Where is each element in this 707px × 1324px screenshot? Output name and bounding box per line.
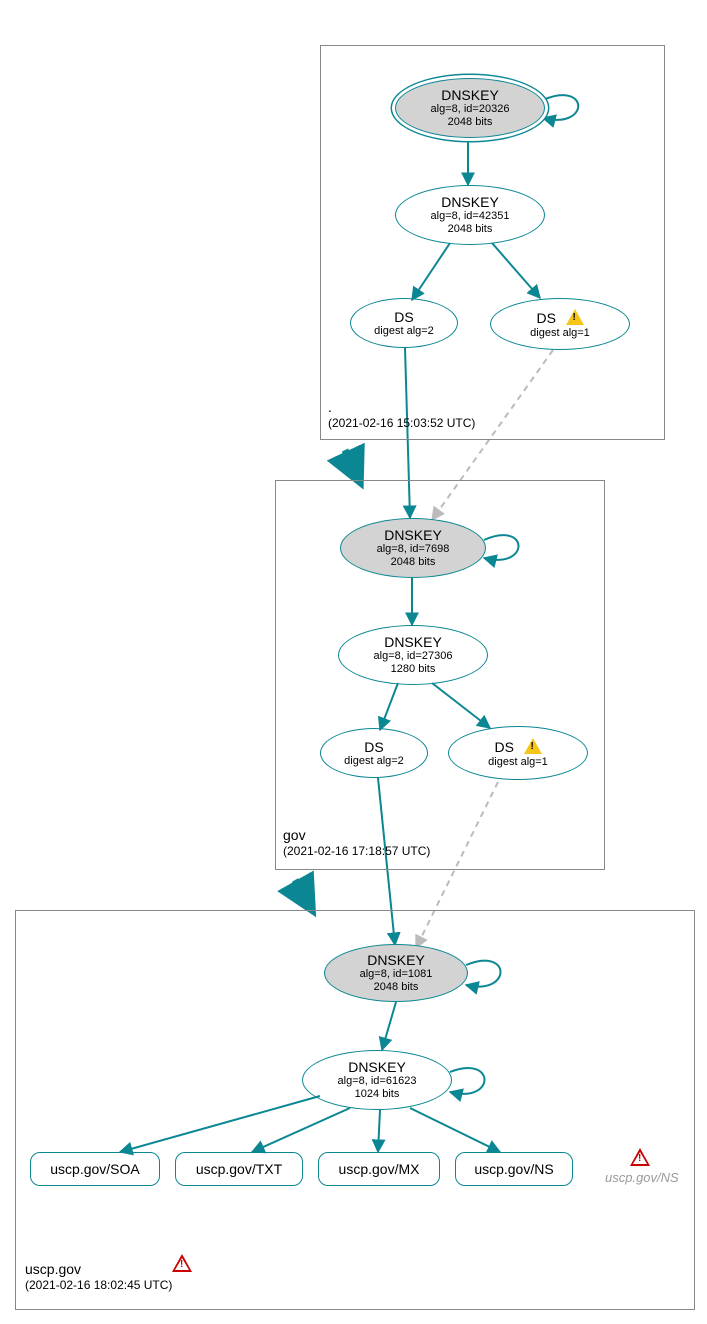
label: digest alg=1 — [488, 756, 548, 769]
node-uscp-ksk: DNSKEY alg=8, id=1081 2048 bits — [324, 944, 468, 1002]
node-gov-zsk: DNSKEY alg=8, id=27306 1280 bits — [338, 625, 488, 685]
label: alg=8, id=61623 — [338, 1075, 417, 1088]
warning-icon — [566, 309, 584, 325]
error-icon — [630, 1148, 650, 1166]
label: DS — [536, 310, 555, 326]
zone-uscp-title: uscp.gov — [25, 1260, 172, 1278]
label: alg=8, id=1081 — [360, 968, 433, 981]
label: DS — [394, 309, 413, 325]
label: DS — [364, 739, 383, 755]
label: DNSKEY — [384, 634, 442, 650]
rrset-mx: uscp.gov/MX — [318, 1152, 440, 1186]
rrset-ns: uscp.gov/NS — [455, 1152, 573, 1186]
node-root-ds2: DS digest alg=2 — [350, 298, 458, 348]
label: alg=8, id=42351 — [431, 210, 510, 223]
label: DNSKEY — [384, 527, 442, 543]
zone-root-ts: (2021-02-16 15:03:52 UTC) — [328, 416, 475, 432]
zone-gov-ts: (2021-02-16 17:18:57 UTC) — [283, 844, 430, 860]
zone-root-label: . (2021-02-16 15:03:52 UTC) — [328, 398, 475, 432]
rrset-txt: uscp.gov/TXT — [175, 1152, 303, 1186]
node-root-zsk: DNSKEY alg=8, id=42351 2048 bits — [395, 185, 545, 245]
zone-root-title: . — [328, 398, 475, 416]
label: 1024 bits — [355, 1088, 400, 1101]
label: DS — [494, 739, 513, 755]
label: DNSKEY — [348, 1059, 406, 1075]
label: 1280 bits — [391, 663, 436, 676]
label: 2048 bits — [391, 556, 436, 569]
warning-icon — [524, 738, 542, 754]
node-uscp-zsk: DNSKEY alg=8, id=61623 1024 bits — [302, 1050, 452, 1110]
label: 2048 bits — [448, 223, 493, 236]
node-gov-ds1-warn: DS digest alg=1 — [448, 726, 588, 780]
zone-uscp-label: uscp.gov (2021-02-16 18:02:45 UTC) — [25, 1260, 172, 1294]
label: 2048 bits — [374, 981, 419, 994]
node-root-ds1-warn: DS digest alg=1 — [490, 298, 630, 350]
rrset-ns-error-label: uscp.gov/NS — [605, 1170, 679, 1185]
error-icon — [172, 1254, 192, 1272]
label: alg=8, id=20326 — [431, 103, 510, 116]
zone-gov-title: gov — [283, 826, 430, 844]
label: alg=8, id=27306 — [374, 650, 453, 663]
zone-uscp-ts: (2021-02-16 18:02:45 UTC) — [25, 1278, 172, 1294]
label: digest alg=2 — [344, 755, 404, 768]
zone-gov-label: gov (2021-02-16 17:18:57 UTC) — [283, 826, 430, 860]
label: alg=8, id=7698 — [377, 543, 450, 556]
label: digest alg=2 — [374, 325, 434, 338]
node-gov-ksk: DNSKEY alg=8, id=7698 2048 bits — [340, 518, 486, 578]
label: DNSKEY — [441, 194, 499, 210]
node-root-ksk: DNSKEY alg=8, id=20326 2048 bits — [395, 78, 545, 138]
label: digest alg=1 — [530, 327, 590, 340]
rrset-soa: uscp.gov/SOA — [30, 1152, 160, 1186]
label: DNSKEY — [441, 87, 499, 103]
node-gov-ds2: DS digest alg=2 — [320, 728, 428, 778]
label: DNSKEY — [367, 952, 425, 968]
label: 2048 bits — [448, 116, 493, 129]
